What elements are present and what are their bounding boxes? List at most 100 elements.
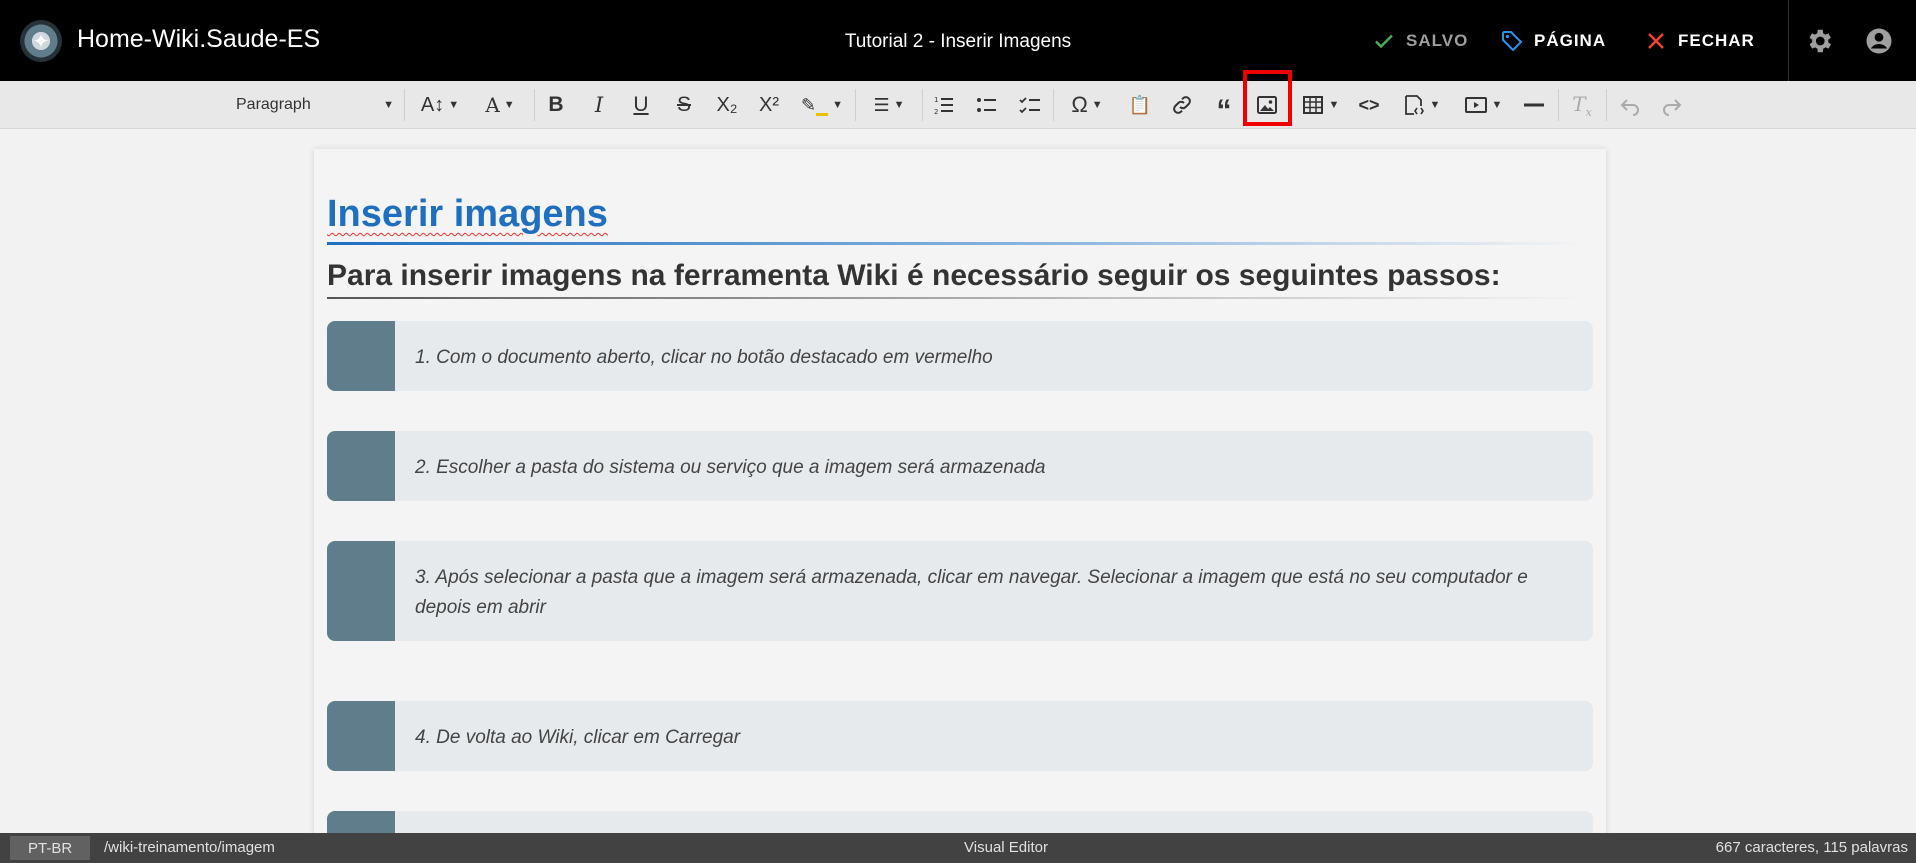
step-callout[interactable]: 2. Escolher a pasta do sistema ou serviç…	[327, 431, 1593, 501]
toolbar-separator	[404, 89, 405, 121]
paste-icon: 📋	[1128, 94, 1152, 115]
editor-mode: Visual Editor	[964, 839, 1048, 856]
align-left-icon: ☰	[873, 94, 890, 115]
chevron-down-icon: ▼	[1429, 99, 1441, 111]
highlight-icon: ✎	[801, 95, 829, 116]
page-properties-button[interactable]: PÁGINA	[1500, 27, 1606, 55]
undo-button[interactable]	[1616, 91, 1644, 119]
heading-1[interactable]: Inserir imagens	[327, 193, 608, 236]
step-text[interactable]: 4. De volta ao Wiki, clicar em Carregar	[415, 723, 1573, 753]
toolbar-separator	[1558, 89, 1559, 121]
html-embed-icon	[1404, 95, 1424, 115]
step-callout[interactable]: 4. De volta ao Wiki, clicar em Carregar	[327, 701, 1593, 771]
link-icon	[1173, 96, 1191, 114]
font-size-button[interactable]: A↕ ▼	[416, 91, 464, 119]
heading-2[interactable]: Para inserir imagens na ferramenta Wiki …	[327, 259, 1501, 293]
horizontal-line-icon	[1524, 103, 1544, 107]
bulleted-list-icon	[977, 98, 996, 112]
horizontal-line-button[interactable]	[1520, 91, 1548, 119]
check-icon	[1375, 34, 1393, 49]
header-divider	[1788, 0, 1789, 81]
step-text[interactable]: 2. Escolher a pasta do sistema ou serviç…	[415, 453, 1573, 483]
tag-icon	[1502, 31, 1523, 52]
superscript-button[interactable]: X²	[754, 91, 784, 119]
toolbar-separator	[534, 89, 535, 121]
strikethrough-button[interactable]: S	[670, 91, 698, 119]
heading-2-rule	[327, 297, 1587, 299]
chevron-down-icon: ▼	[1328, 99, 1340, 111]
chevron-down-icon: ▼	[503, 99, 515, 111]
step-text[interactable]: 1. Com o documento aberto, clicar no bot…	[415, 343, 1573, 373]
superscript-icon: X²	[759, 93, 779, 116]
link-button[interactable]	[1168, 91, 1196, 119]
step-accent-bar	[327, 431, 395, 501]
todo-list-button[interactable]	[1016, 91, 1044, 119]
chevron-down-icon: ▼	[1491, 99, 1503, 111]
gear-icon[interactable]	[1804, 26, 1834, 56]
redo-icon	[1663, 99, 1682, 116]
chevron-down-icon: ▼	[383, 99, 394, 111]
font-size-icon: A↕	[420, 93, 445, 116]
status-bar: PT-BR /wiki-treinamento/imagem Visual Ed…	[0, 833, 1916, 863]
insert-html-button[interactable]: ▼	[1396, 91, 1446, 119]
paste-from-office-button[interactable]: 📋	[1126, 91, 1154, 119]
app-header: ✦ Home-Wiki.Saude-ES Tutorial 2 - Inseri…	[0, 0, 1916, 81]
toolbar-separator	[855, 89, 856, 121]
strikethrough-icon: S	[676, 93, 691, 116]
page-label: PÁGINA	[1534, 31, 1607, 50]
svg-text:1: 1	[934, 96, 938, 104]
italic-button[interactable]: I	[585, 91, 613, 119]
insert-table-button[interactable]: ▼	[1295, 91, 1345, 119]
subscript-button[interactable]: X₂	[712, 91, 742, 119]
close-button[interactable]: FECHAR	[1644, 27, 1755, 55]
font-family-button[interactable]: A ▼	[476, 91, 524, 119]
toolbar-separator	[1606, 89, 1607, 121]
paragraph-format-select[interactable]: Paragraph ▼	[236, 91, 394, 119]
subscript-icon: X₂	[716, 93, 738, 116]
bulleted-list-button[interactable]	[973, 91, 1001, 119]
site-logo[interactable]: ✦	[20, 20, 62, 62]
svg-text:2: 2	[934, 108, 938, 116]
step-accent-bar	[327, 701, 395, 771]
insert-image-button[interactable]	[1253, 91, 1281, 119]
chevron-down-icon: ▼	[448, 99, 460, 111]
toolbar-separator	[922, 89, 923, 121]
chevron-down-icon: ▼	[893, 99, 905, 111]
underline-icon: U	[633, 93, 649, 116]
editor-document[interactable]: Inserir imagens Para inserir imagens na …	[314, 149, 1606, 839]
step-text[interactable]: 3. Após selecionar a pasta que a imagem …	[415, 563, 1573, 623]
todo-list-icon	[1019, 97, 1040, 114]
chevron-down-icon: ▼	[832, 99, 843, 111]
underline-button[interactable]: U	[627, 91, 655, 119]
font-family-icon: A	[485, 93, 500, 117]
saved-label: SALVO	[1406, 31, 1469, 50]
highlight-button[interactable]: ✎ ▼	[796, 91, 848, 119]
account-icon[interactable]	[1864, 26, 1894, 56]
numbered-list-icon: 12	[934, 96, 953, 116]
step-callout[interactable]: 1. Com o documento aberto, clicar no bot…	[327, 321, 1593, 391]
close-icon	[1648, 33, 1664, 49]
redo-button[interactable]	[1658, 91, 1686, 119]
bold-button[interactable]: B	[542, 91, 570, 119]
code-block-button[interactable]: <>	[1354, 91, 1384, 119]
chevron-down-icon: ▼	[1091, 99, 1103, 111]
bold-icon: B	[548, 93, 564, 116]
special-characters-button[interactable]: Ω ▼	[1062, 91, 1112, 119]
remove-format-button[interactable]: Tx	[1568, 91, 1596, 119]
site-title[interactable]: Home-Wiki.Saude-ES	[77, 25, 320, 54]
blockquote-button[interactable]: “	[1210, 91, 1238, 126]
step-callout[interactable]: 3. Após selecionar a pasta que a imagem …	[327, 541, 1593, 641]
italic-icon: I	[594, 93, 604, 117]
heading-1-rule	[327, 242, 1587, 245]
quote-icon: “	[1216, 94, 1232, 127]
step-accent-bar	[327, 321, 395, 391]
editor-toolbar: Paragraph ▼ A↕ ▼ A ▼ B I U S X₂ X² ✎ ▼ ☰ ▼ 1…	[0, 81, 1916, 129]
media-icon	[1464, 97, 1487, 113]
saved-button[interactable]: SALVO	[1372, 27, 1468, 55]
close-label: FECHAR	[1678, 31, 1755, 50]
remove-format-icon: Tx	[1572, 91, 1592, 119]
numbered-list-button[interactable]: 12	[930, 91, 958, 119]
media-embed-button[interactable]: ▼	[1458, 91, 1508, 119]
alignment-button[interactable]: ☰ ▼	[864, 91, 914, 119]
paragraph-format-value: Paragraph	[236, 96, 311, 113]
